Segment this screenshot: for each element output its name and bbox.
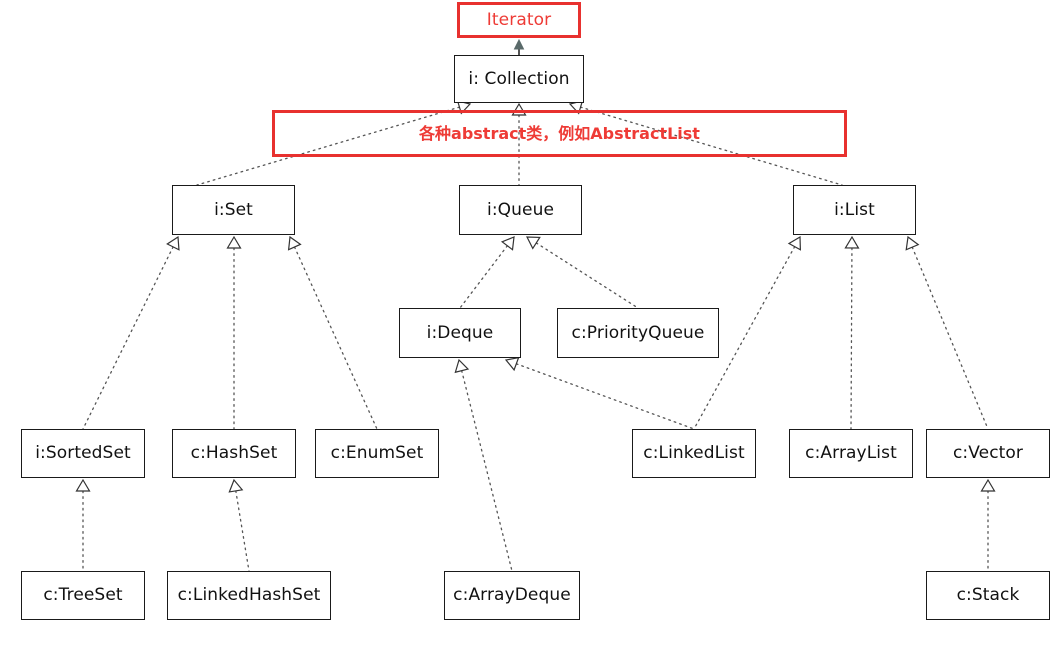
class-box-treeset[interactable]: c:TreeSet: [21, 571, 145, 620]
class-box-arraydeque[interactable]: c:ArrayDeque: [444, 571, 580, 620]
class-box-queue[interactable]: i:Queue: [459, 185, 582, 235]
class-box-label: Iterator: [486, 9, 552, 30]
class-box-vector[interactable]: c:Vector: [926, 429, 1050, 478]
class-box-priorityqueue[interactable]: c:PriorityQueue: [557, 308, 719, 358]
class-box-label: i:SortedSet: [35, 443, 131, 463]
class-box-collection[interactable]: i: Collection: [454, 55, 584, 103]
edge-line-deque-to-queue: [459, 245, 508, 309]
arrowhead-hollow-sortedset-to-set: [166, 235, 180, 251]
class-box-list[interactable]: i:List: [793, 185, 916, 235]
class-box-label: c:Stack: [956, 585, 1020, 605]
arrowhead-hollow-linkedlist-to-list: [787, 235, 802, 251]
class-box-set[interactable]: i:Set: [172, 185, 295, 235]
class-box-linkedhashset[interactable]: c:LinkedHashSet: [167, 571, 331, 620]
class-box-label: i:List: [834, 199, 875, 220]
class-box-label: i: Collection: [468, 68, 570, 89]
edge-line-arraydeque-to-deque: [461, 370, 513, 572]
abstract-classes-note: 各种abstract类，例如AbstractList: [272, 110, 847, 157]
arrowhead-hollow-deque-to-queue: [500, 236, 515, 251]
arrowhead-filled-collection-to-iterator: [513, 38, 525, 50]
edge-line-priorityqueue-to-queue: [535, 242, 639, 309]
class-box-label: c:ArrayDeque: [453, 585, 571, 605]
abstract-classes-note-label: 各种abstract类，例如AbstractList: [419, 123, 700, 143]
edge-line-vector-to-list: [911, 246, 989, 430]
edge-line-enumset-to-set: [293, 246, 378, 430]
class-box-label: i:Deque: [426, 322, 494, 343]
class-box-label: c:Vector: [952, 443, 1024, 463]
arrowhead-hollow-hashset-to-set: [226, 235, 242, 249]
class-box-label: c:LinkedList: [643, 443, 745, 463]
edge-line-linkedhashset-to-hashset: [235, 490, 250, 572]
class-box-linkedlist[interactable]: c:LinkedList: [632, 429, 756, 478]
arrowhead-hollow-stack-to-vector: [980, 478, 996, 492]
arrowhead-hollow-arraylist-to-list: [844, 235, 860, 249]
class-box-enumset[interactable]: c:EnumSet: [315, 429, 439, 478]
class-box-label: i:Set: [214, 199, 253, 220]
class-box-label: c:LinkedHashSet: [177, 585, 321, 605]
arrowhead-hollow-enumset-to-set: [287, 235, 302, 251]
edge-line-arraylist-to-list: [850, 247, 853, 430]
class-box-label: c:ArrayList: [805, 443, 897, 463]
class-box-stack[interactable]: c:Stack: [926, 571, 1050, 620]
uml-class-diagram: Iterator i: Collection i:Set i:Queue i:List i…: [0, 0, 1064, 671]
class-box-sortedset[interactable]: i:SortedSet: [21, 429, 145, 478]
class-box-iterator[interactable]: Iterator: [457, 2, 581, 38]
class-box-label: c:PriorityQueue: [571, 322, 705, 343]
class-box-label: c:HashSet: [190, 443, 278, 463]
class-box-arraylist[interactable]: c:ArrayList: [789, 429, 913, 478]
class-box-hashset[interactable]: c:HashSet: [172, 429, 296, 478]
edge-line-sortedset-to-set: [82, 246, 174, 430]
arrowhead-hollow-vector-to-list: [905, 235, 920, 251]
class-box-label: c:TreeSet: [43, 585, 123, 605]
class-box-label: c:EnumSet: [330, 443, 424, 463]
arrowhead-hollow-treeset-to-sortedset: [75, 478, 91, 492]
class-box-label: i:Queue: [487, 199, 554, 220]
arrowhead-hollow-arraydeque-to-deque: [454, 358, 470, 374]
arrowhead-hollow-linkedhashset-to-hashset: [228, 478, 244, 493]
class-box-deque[interactable]: i:Deque: [399, 308, 521, 358]
edge-line-linkedlist-to-deque: [515, 363, 695, 430]
